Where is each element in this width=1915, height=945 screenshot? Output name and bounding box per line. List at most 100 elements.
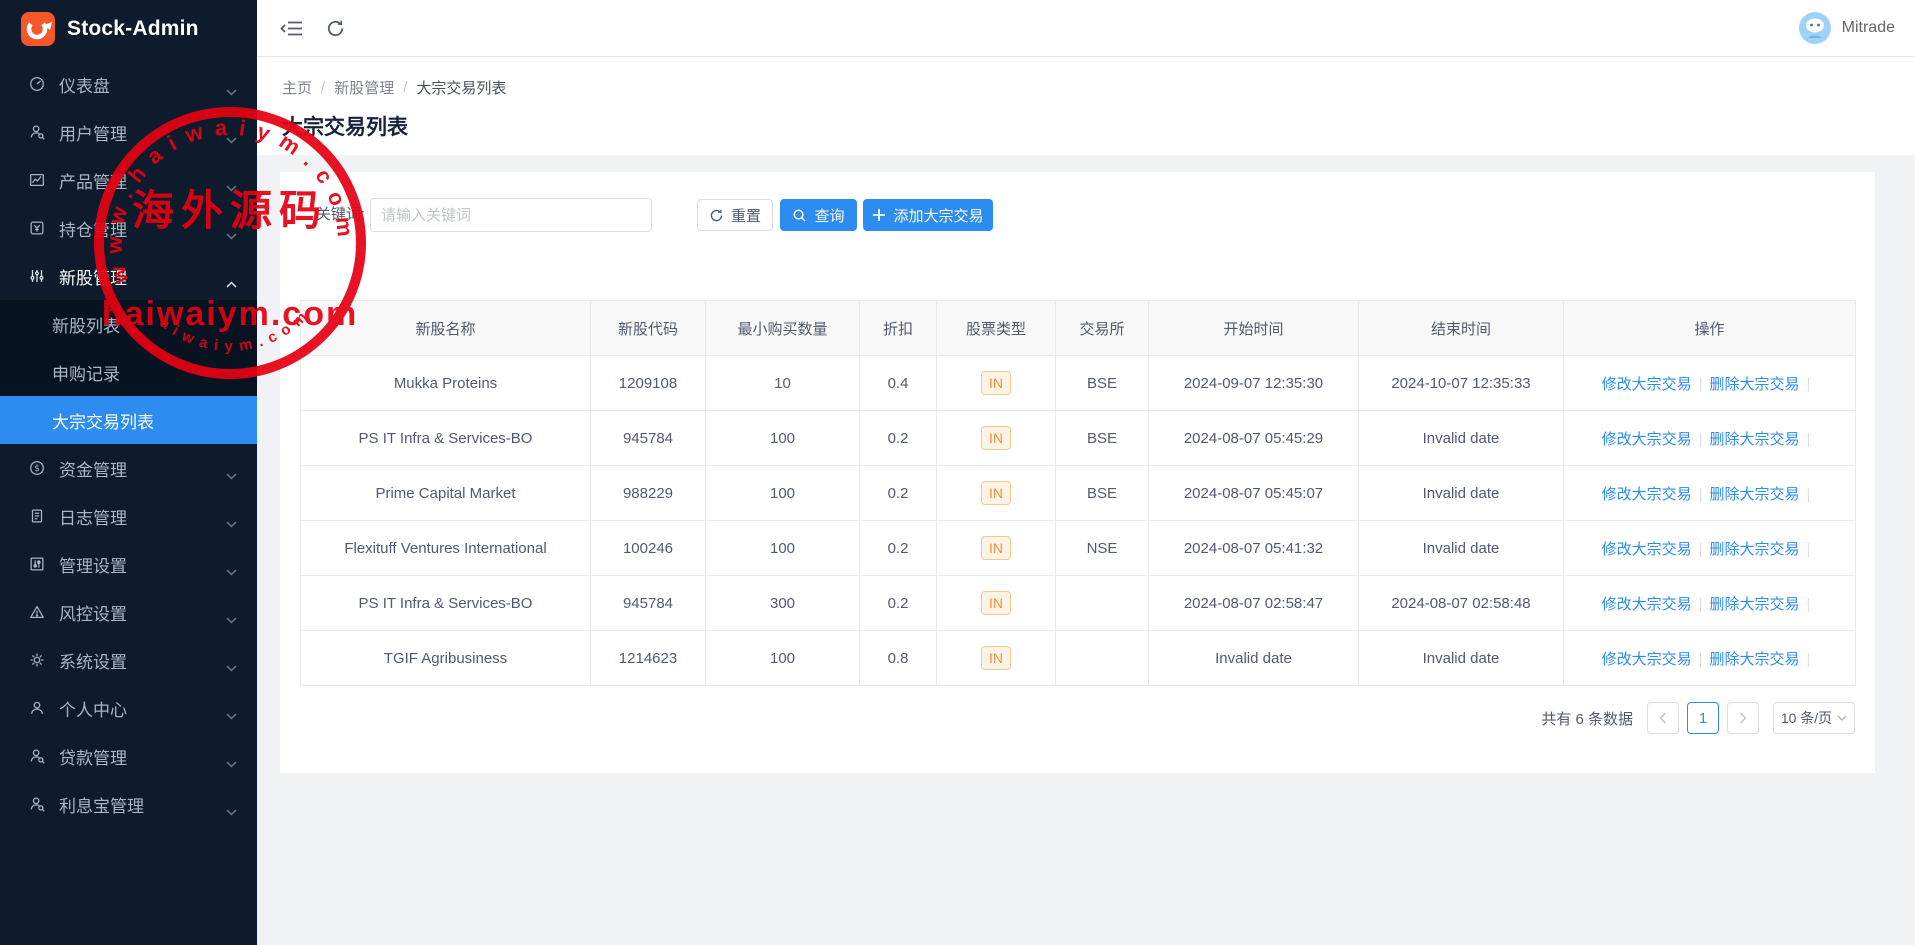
pagination: 共有 6 条数据 1 10 条/页 [1541,702,1855,734]
cell-exchange: BSE [1056,466,1149,521]
main-area: Mitrade 主页 / 新股管理 / 大宗交易列表 大宗交易列表 关键词: 重… [257,0,1915,945]
cell-start: 2024-08-07 05:45:07 [1149,466,1359,521]
plus-icon [872,208,886,222]
sidebar-item-label: 风控设置 [59,600,127,625]
sliders-icon [28,267,46,285]
sidebar-item-label: 申购记录 [52,360,120,385]
next-page-button[interactable] [1727,702,1759,734]
sidebar-item-risk-settings[interactable]: 风控设置 [0,588,257,636]
sidebar-item-admin-settings[interactable]: 管理设置 [0,540,257,588]
refresh-icon[interactable] [325,18,346,39]
prev-page-button[interactable] [1647,702,1679,734]
person-icon [28,699,46,717]
sidebar-item-label: 资金管理 [59,456,127,481]
delete-block-trade-link[interactable]: 删除大宗交易 [1710,486,1800,503]
sidebar-submenu-new-stock: 新股列表 申购记录 大宗交易列表 [0,300,257,444]
col-header-exchange: 交易所 [1056,301,1149,356]
sidebar-item-label: 系统设置 [59,648,127,673]
cell-exchange [1056,576,1149,631]
gauge-icon [28,75,46,93]
delete-block-trade-link[interactable]: 删除大宗交易 [1710,431,1800,448]
topbar: Mitrade [257,0,1915,57]
add-block-trade-button[interactable]: 添加大宗交易 [863,199,993,231]
edit-block-trade-link[interactable]: 修改大宗交易 [1602,651,1692,668]
sidebar-collapse-icon[interactable] [280,19,303,38]
delete-block-trade-link[interactable]: 删除大宗交易 [1710,541,1800,558]
avatar [1798,11,1832,45]
edit-block-trade-link[interactable]: 修改大宗交易 [1602,431,1692,448]
sidebar-item-system-settings[interactable]: 系统设置 [0,636,257,684]
sidebar-item-subscription-records[interactable]: 申购记录 [0,348,257,396]
cell-min-qty: 100 [706,631,860,686]
svg-text:$: $ [34,464,40,474]
sidebar-item-profile[interactable]: 个人中心 [0,684,257,732]
cell-type: IN [937,466,1056,521]
cell-min-qty: 300 [706,576,860,631]
risk-icon [28,603,46,621]
page-size-select[interactable]: 10 条/页 [1773,702,1855,734]
chevron-left-icon [1659,712,1667,724]
chevron-down-icon [226,465,237,485]
cell-code: 945784 [591,411,706,466]
breadcrumb-new-stock[interactable]: 新股管理 [334,77,394,98]
keyword-input[interactable] [370,198,652,232]
sidebar-item-positions[interactable]: 持仓管理 [0,204,257,252]
sidebar-item-new-stock[interactable]: 新股管理 [0,252,257,300]
table-row: PS IT Infra & Services-BO 945784 100 0.2… [301,411,1856,466]
sidebar-item-label: 大宗交易列表 [52,408,154,433]
app-logo-row[interactable]: Stock-Admin [0,0,257,57]
sidebar-item-funds[interactable]: $ 资金管理 [0,444,257,492]
sidebar-item-users[interactable]: 用户管理 [0,108,257,156]
delete-block-trade-link[interactable]: 删除大宗交易 [1710,651,1800,668]
cell-discount: 0.2 [860,576,937,631]
logs-icon [28,507,46,525]
sidebar-item-logs[interactable]: 日志管理 [0,492,257,540]
sidebar-item-dashboard[interactable]: 仪表盘 [0,60,257,108]
cell-min-qty: 100 [706,466,860,521]
sidebar-item-label: 新股列表 [52,312,120,337]
cell-type: IN [937,576,1056,631]
cell-actions: 修改大宗交易|删除大宗交易| [1564,631,1856,686]
chevron-down-icon [226,705,237,725]
sidebar-item-loans[interactable]: 贷款管理 [0,732,257,780]
block-trade-table: 新股名称 新股代码 最小购买数量 折扣 股票类型 交易所 开始时间 结束时间 操… [300,300,1856,686]
type-badge: IN [981,591,1011,615]
page-number-button[interactable]: 1 [1687,702,1719,734]
cell-name: TGIF Agribusiness [301,631,591,686]
breadcrumb-home[interactable]: 主页 [282,77,312,98]
delete-block-trade-link[interactable]: 删除大宗交易 [1710,596,1800,613]
edit-block-trade-link[interactable]: 修改大宗交易 [1602,596,1692,613]
position-icon [28,219,46,237]
col-header-name: 新股名称 [301,301,591,356]
cell-end: Invalid date [1359,521,1564,576]
col-header-code: 新股代码 [591,301,706,356]
cell-start: Invalid date [1149,631,1359,686]
chevron-down-icon [226,513,237,533]
table-row: PS IT Infra & Services-BO 945784 300 0.2… [301,576,1856,631]
sidebar-item-label: 贷款管理 [59,744,127,769]
table-header-row: 新股名称 新股代码 最小购买数量 折扣 股票类型 交易所 开始时间 结束时间 操… [301,301,1856,356]
edit-block-trade-link[interactable]: 修改大宗交易 [1602,486,1692,503]
type-badge: IN [981,536,1011,560]
query-button[interactable]: 查询 [780,199,857,231]
delete-block-trade-link[interactable]: 删除大宗交易 [1710,376,1800,393]
cell-code: 945784 [591,576,706,631]
cell-actions: 修改大宗交易|删除大宗交易| [1564,521,1856,576]
chevron-down-icon [1837,715,1847,721]
user-menu[interactable]: Mitrade [1798,11,1895,45]
user-name: Mitrade [1842,19,1895,37]
chevron-down-icon [226,801,237,821]
col-header-end: 结束时间 [1359,301,1564,356]
col-header-discount: 折扣 [860,301,937,356]
sidebar-item-interest[interactable]: 利息宝管理 [0,780,257,828]
edit-block-trade-link[interactable]: 修改大宗交易 [1602,376,1692,393]
sidebar-item-block-trade-list[interactable]: 大宗交易列表 [0,396,257,444]
chevron-right-icon [1739,712,1747,724]
sidebar-item-products[interactable]: 产品管理 [0,156,257,204]
sidebar-item-new-stock-list[interactable]: 新股列表 [0,300,257,348]
edit-block-trade-link[interactable]: 修改大宗交易 [1602,541,1692,558]
cell-start: 2024-08-07 05:41:32 [1149,521,1359,576]
chevron-down-icon [226,177,237,197]
reset-button[interactable]: 重置 [697,199,773,231]
chevron-down-icon [226,225,237,245]
